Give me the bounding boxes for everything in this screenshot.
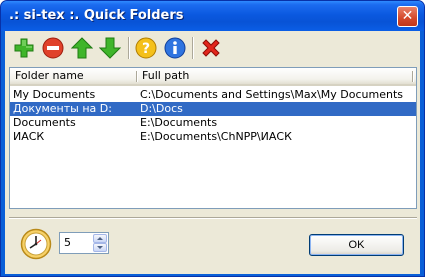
- chevron-up-icon: [97, 237, 103, 240]
- table-row[interactable]: My Documents C:\Documents and Settings\M…: [10, 88, 416, 102]
- title-bar[interactable]: .: si-tex :. Quick Folders ✕: [1, 1, 424, 31]
- add-button[interactable]: [11, 35, 37, 61]
- close-button[interactable]: ✕: [397, 6, 418, 27]
- info-icon: [164, 37, 186, 59]
- spinner-arrows: [93, 234, 107, 252]
- spin-up-button[interactable]: [93, 234, 107, 243]
- help-icon: ?: [135, 37, 157, 59]
- folder-list[interactable]: Folder name Full path My Documents C:\Do…: [9, 67, 417, 209]
- folder-name-cell: Документы на D:: [13, 102, 112, 115]
- move-down-icon: [99, 37, 121, 59]
- svg-text:?: ?: [142, 41, 150, 57]
- table-row-selected[interactable]: Документы на D: D:\Docs: [10, 102, 416, 116]
- window-title: .: si-tex :. Quick Folders: [9, 8, 184, 23]
- column-divider[interactable]: [412, 71, 413, 82]
- help-button[interactable]: ?: [133, 35, 159, 61]
- move-up-icon: [71, 37, 93, 59]
- delay-value[interactable]: 5: [64, 236, 71, 249]
- add-icon: [14, 38, 34, 58]
- full-path-cell: C:\Documents and Settings\Max\My Documen…: [140, 88, 403, 101]
- dialog-client: ? Folder name Full path My Documents C:\…: [5, 31, 420, 274]
- clock-icon: [20, 228, 52, 260]
- delete-button[interactable]: [198, 35, 224, 61]
- remove-icon: [42, 37, 64, 59]
- folder-name-cell: ИАСК: [13, 130, 45, 143]
- info-button[interactable]: [162, 35, 188, 61]
- remove-button[interactable]: [40, 35, 66, 61]
- delay-button[interactable]: [19, 227, 53, 261]
- table-row[interactable]: Documents E:\Documents: [10, 116, 416, 130]
- chevron-down-icon: [97, 246, 103, 249]
- move-up-button[interactable]: [69, 35, 95, 61]
- toolbar-separator: [128, 37, 130, 59]
- delay-spinner[interactable]: 5: [59, 232, 109, 254]
- toolbar: ?: [5, 31, 420, 65]
- folder-name-cell: Documents: [13, 116, 76, 129]
- column-header-full-path[interactable]: Full path: [137, 68, 407, 84]
- divider: [9, 217, 417, 219]
- toolbar-separator: [192, 37, 194, 59]
- move-down-button[interactable]: [97, 35, 123, 61]
- dialog-window: .: si-tex :. Quick Folders ✕ ? Folder na…: [0, 0, 425, 277]
- ok-button[interactable]: OK: [309, 234, 404, 256]
- list-header: Folder name Full path: [10, 68, 416, 86]
- spin-down-button[interactable]: [93, 243, 107, 252]
- full-path-cell: E:\Documents: [140, 116, 218, 129]
- delete-icon: [202, 39, 220, 57]
- full-path-cell: E:\Documents\ChNPP\ИАСК: [140, 130, 292, 143]
- table-row[interactable]: ИАСК E:\Documents\ChNPP\ИАСК: [10, 130, 416, 144]
- column-header-folder-name[interactable]: Folder name: [10, 68, 136, 84]
- full-path-cell: D:\Docs: [140, 102, 183, 115]
- folder-name-cell: My Documents: [13, 88, 96, 101]
